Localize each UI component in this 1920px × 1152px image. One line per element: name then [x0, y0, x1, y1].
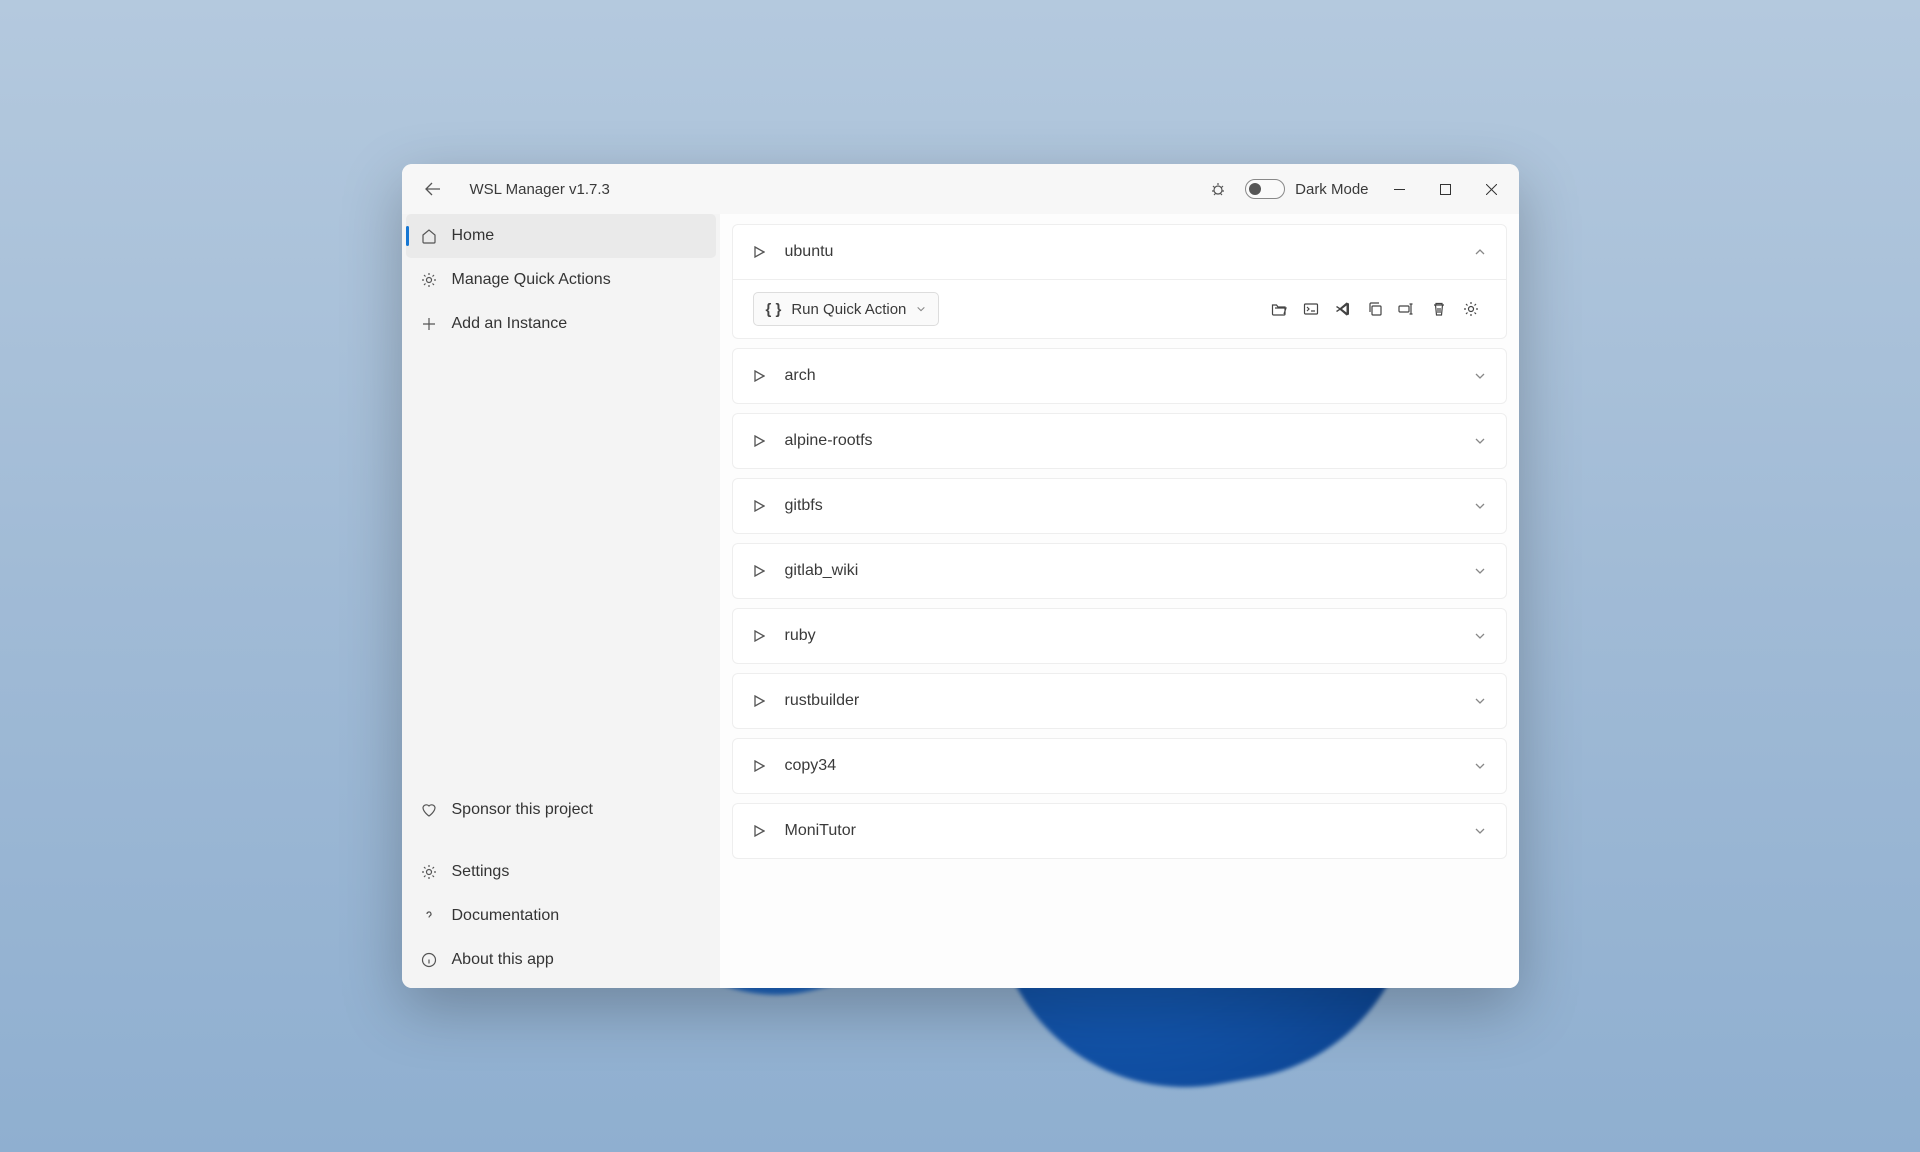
- sidebar-item-label: Sponsor this project: [452, 801, 593, 819]
- instance-name: copy34: [785, 757, 1474, 775]
- open-terminal-button[interactable]: [1296, 294, 1326, 324]
- dark-mode-toggle[interactable]: [1245, 179, 1285, 199]
- sidebar-item-label: Documentation: [452, 907, 560, 925]
- instance-name: arch: [785, 367, 1474, 385]
- sidebar-item-sponsor[interactable]: Sponsor this project: [402, 788, 720, 832]
- chevron-down-icon: [1474, 500, 1486, 512]
- instance-name: rustbuilder: [785, 692, 1474, 710]
- instance-detail: { } Run Quick Action: [733, 279, 1506, 338]
- question-icon: [420, 907, 438, 925]
- dark-mode-label: Dark Mode: [1295, 181, 1368, 198]
- window-title: WSL Manager v1.7.3: [470, 181, 610, 198]
- instance-header[interactable]: arch: [733, 349, 1506, 403]
- instance-card: gitlab_wiki: [732, 543, 1507, 599]
- play-icon[interactable]: [753, 630, 765, 642]
- instance-header[interactable]: copy34: [733, 739, 1506, 793]
- plus-icon: [420, 315, 438, 333]
- instance-header[interactable]: gitlab_wiki: [733, 544, 1506, 598]
- braces-icon: { }: [766, 301, 782, 318]
- gear-icon: [420, 271, 438, 289]
- instance-card: rustbuilder: [732, 673, 1507, 729]
- instance-card: arch: [732, 348, 1507, 404]
- open-vscode-button[interactable]: [1328, 294, 1358, 324]
- chevron-down-icon: [1474, 630, 1486, 642]
- instance-name: ruby: [785, 627, 1474, 645]
- instance-name: ubuntu: [785, 243, 1474, 261]
- play-icon[interactable]: [753, 246, 765, 258]
- sidebar-item-label: Add an Instance: [452, 315, 568, 333]
- back-button[interactable]: [416, 172, 450, 206]
- run-quick-action-button[interactable]: { } Run Quick Action: [753, 292, 940, 326]
- sidebar-item-documentation[interactable]: Documentation: [402, 894, 720, 938]
- instance-card: copy34: [732, 738, 1507, 794]
- instance-name: gitlab_wiki: [785, 562, 1474, 580]
- quick-action-label: Run Quick Action: [791, 301, 906, 318]
- heart-icon: [420, 801, 438, 819]
- window-maximize[interactable]: [1423, 164, 1469, 214]
- sidebar-item-add-instance[interactable]: Add an Instance: [402, 302, 720, 346]
- chevron-up-icon: [1474, 246, 1486, 258]
- chevron-down-icon: [1474, 565, 1486, 577]
- chevron-down-icon: [1474, 825, 1486, 837]
- sidebar-item-settings[interactable]: Settings: [402, 850, 720, 894]
- instance-header[interactable]: ruby: [733, 609, 1506, 663]
- instance-card: gitbfs: [732, 478, 1507, 534]
- instance-header[interactable]: rustbuilder: [733, 674, 1506, 728]
- play-icon[interactable]: [753, 500, 765, 512]
- sidebar-item-home[interactable]: Home: [406, 214, 716, 258]
- sidebar-item-manage-quick-actions[interactable]: Manage Quick Actions: [402, 258, 720, 302]
- play-icon[interactable]: [753, 760, 765, 772]
- instance-card: ubuntu { } Run Quick Action: [732, 224, 1507, 339]
- play-icon[interactable]: [753, 435, 765, 447]
- delete-button[interactable]: [1424, 294, 1454, 324]
- instance-card: MoniTutor: [732, 803, 1507, 859]
- sidebar-item-label: About this app: [452, 951, 554, 969]
- sidebar-item-label: Settings: [452, 863, 510, 881]
- window-close[interactable]: [1469, 164, 1515, 214]
- sidebar-item-about[interactable]: About this app: [402, 938, 720, 982]
- app-window: WSL Manager v1.7.3 Dark Mode: [402, 164, 1519, 988]
- gear-icon: [420, 863, 438, 881]
- play-icon[interactable]: [753, 825, 765, 837]
- duplicate-button[interactable]: [1360, 294, 1390, 324]
- instance-card: alpine-rootfs: [732, 413, 1507, 469]
- instance-name: alpine-rootfs: [785, 432, 1474, 450]
- chevron-down-icon: [1474, 695, 1486, 707]
- chevron-down-icon: [916, 304, 926, 314]
- info-icon: [420, 951, 438, 969]
- instance-name: MoniTutor: [785, 822, 1474, 840]
- window-minimize[interactable]: [1377, 164, 1423, 214]
- sidebar-item-label: Home: [452, 227, 495, 245]
- play-icon[interactable]: [753, 695, 765, 707]
- bug-report-button[interactable]: [1201, 172, 1235, 206]
- rename-button[interactable]: [1392, 294, 1422, 324]
- instance-card: ruby: [732, 608, 1507, 664]
- instance-header[interactable]: MoniTutor: [733, 804, 1506, 858]
- instance-header[interactable]: gitbfs: [733, 479, 1506, 533]
- chevron-down-icon: [1474, 760, 1486, 772]
- play-icon[interactable]: [753, 565, 765, 577]
- chevron-down-icon: [1474, 435, 1486, 447]
- instance-settings-button[interactable]: [1456, 294, 1486, 324]
- instance-name: gitbfs: [785, 497, 1474, 515]
- instance-header[interactable]: ubuntu: [733, 225, 1506, 279]
- sidebar-item-label: Manage Quick Actions: [452, 271, 611, 289]
- instance-list: ubuntu { } Run Quick Action: [720, 214, 1519, 988]
- home-icon: [420, 227, 438, 245]
- open-folder-button[interactable]: [1264, 294, 1294, 324]
- window-body: Home Manage Quick Actions Add an Instanc…: [402, 214, 1519, 988]
- chevron-down-icon: [1474, 370, 1486, 382]
- titlebar: WSL Manager v1.7.3 Dark Mode: [402, 164, 1519, 214]
- play-icon[interactable]: [753, 370, 765, 382]
- sidebar: Home Manage Quick Actions Add an Instanc…: [402, 214, 720, 988]
- instance-header[interactable]: alpine-rootfs: [733, 414, 1506, 468]
